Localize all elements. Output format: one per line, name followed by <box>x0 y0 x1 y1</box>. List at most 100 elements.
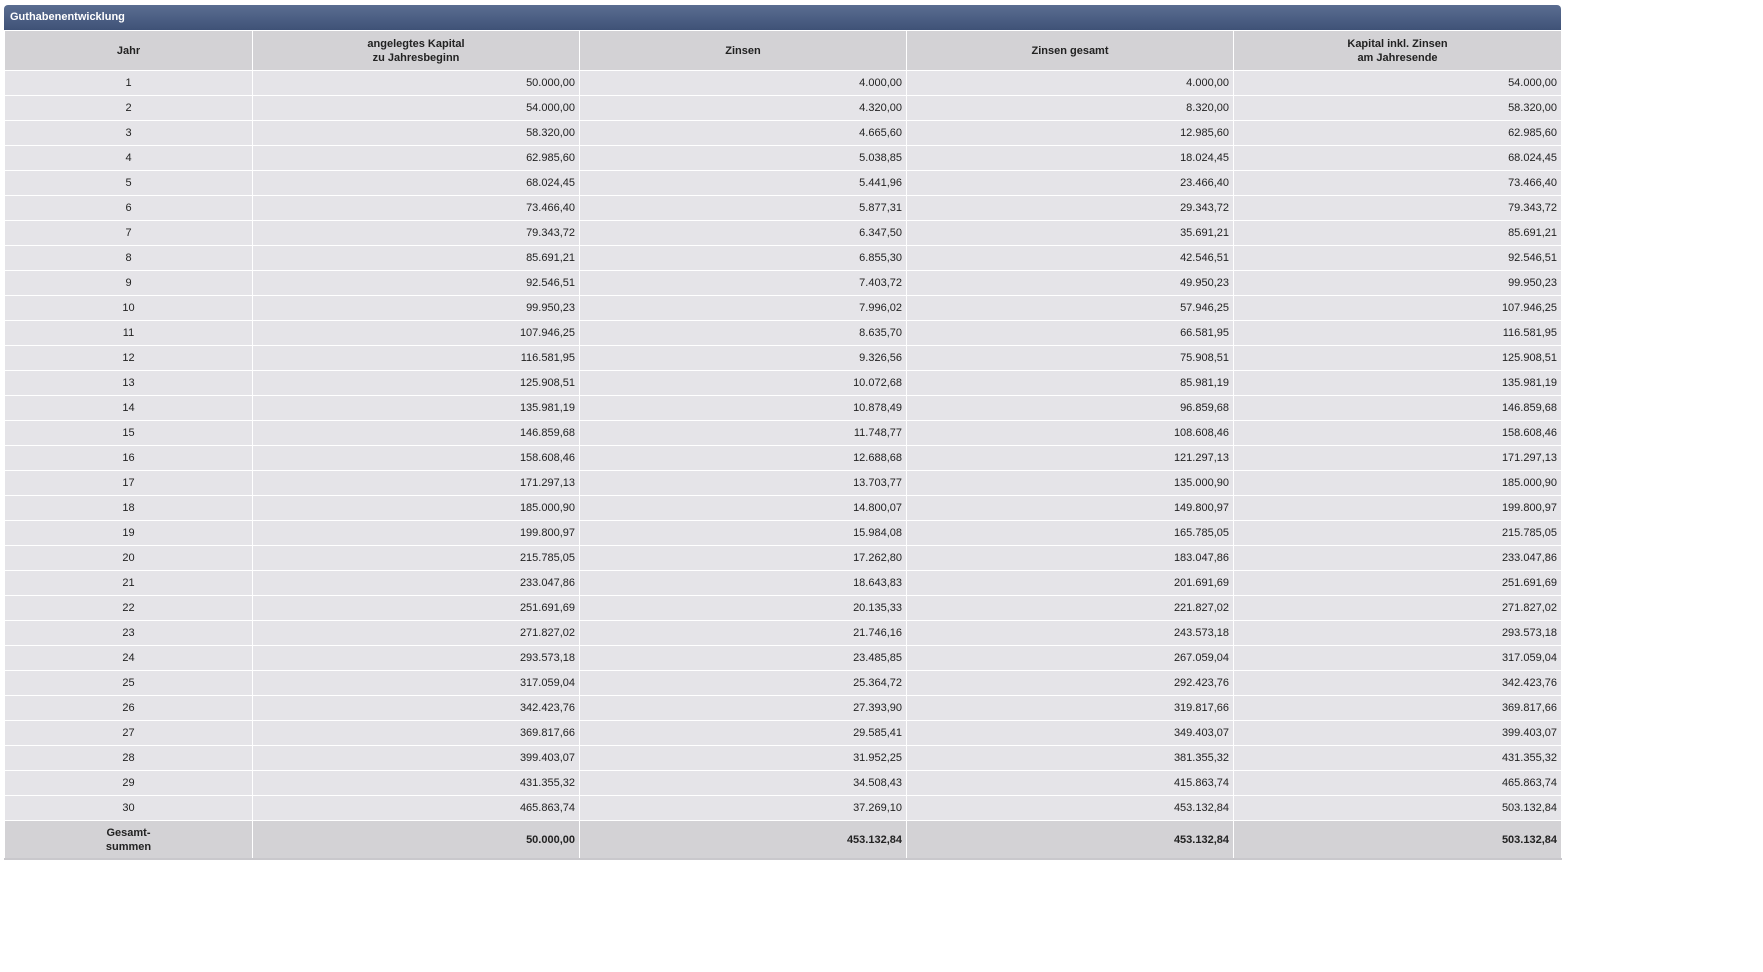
cell-start-capital: 125.908,51 <box>252 370 580 396</box>
table-row: 2 54.000,00 4.320,00 8.320,00 58.320,00 <box>4 95 1562 121</box>
cell-year: 27 <box>4 720 253 746</box>
cell-total-interest: 18.024,45 <box>906 145 1234 171</box>
cell-year: 30 <box>4 795 253 821</box>
table-row: 29 431.355,32 34.508,43 415.863,74 465.863,7… <box>4 770 1562 796</box>
cell-total-interest: 221.827,02 <box>906 595 1234 621</box>
cell-end-capital: 73.466,40 <box>1233 170 1562 196</box>
cell-start-capital: 54.000,00 <box>252 95 580 121</box>
cell-end-capital: 399.403,07 <box>1233 720 1562 746</box>
cell-year: 4 <box>4 145 253 171</box>
cell-year: 5 <box>4 170 253 196</box>
table-row: 26 342.423,76 27.393,90 319.817,66 369.817,6… <box>4 695 1562 721</box>
cell-total-interest: 201.691,69 <box>906 570 1234 596</box>
cell-end-capital: 271.827,02 <box>1233 595 1562 621</box>
cell-start-capital: 116.581,95 <box>252 345 580 371</box>
cell-end-capital: 465.863,74 <box>1233 770 1562 796</box>
cell-interest: 20.135,33 <box>579 595 907 621</box>
cell-interest: 18.643,83 <box>579 570 907 596</box>
cell-total-interest: 12.985,60 <box>906 120 1234 146</box>
cell-interest: 29.585,41 <box>579 720 907 746</box>
cell-start-capital: 68.024,45 <box>252 170 580 196</box>
cell-year: 21 <box>4 570 253 596</box>
cell-total-interest: 96.859,68 <box>906 395 1234 421</box>
cell-year: 29 <box>4 770 253 796</box>
cell-total-interest: 292.423,76 <box>906 670 1234 696</box>
cell-start-capital: 465.863,74 <box>252 795 580 821</box>
cell-interest: 5.038,85 <box>579 145 907 171</box>
cell-total-interest: 8.320,00 <box>906 95 1234 121</box>
cell-end-capital: 116.581,95 <box>1233 320 1562 346</box>
cell-total-interest: 23.466,40 <box>906 170 1234 196</box>
table-row: 17 171.297,13 13.703,77 135.000,90 185.000,9… <box>4 470 1562 496</box>
cell-year: 20 <box>4 545 253 571</box>
cell-total-interest: 267.059,04 <box>906 645 1234 671</box>
table-row: 21 233.047,86 18.643,83 201.691,69 251.691,6… <box>4 570 1562 596</box>
cell-year: 13 <box>4 370 253 396</box>
table-row: 3 58.320,00 4.665,60 12.985,60 62.985,60 <box>4 120 1562 146</box>
total-interest: 453.132,84 <box>579 820 907 860</box>
cell-interest: 5.441,96 <box>579 170 907 196</box>
cell-total-interest: 35.691,21 <box>906 220 1234 246</box>
table-row: 10 99.950,23 7.996,02 57.946,25 107.946,25 <box>4 295 1562 321</box>
table-row: 28 399.403,07 31.952,25 381.355,32 431.355,3… <box>4 745 1562 771</box>
cell-interest: 13.703,77 <box>579 470 907 496</box>
table-row: 24 293.573,18 23.485,85 267.059,04 317.059,0… <box>4 645 1562 671</box>
cell-end-capital: 251.691,69 <box>1233 570 1562 596</box>
cell-start-capital: 171.297,13 <box>252 470 580 496</box>
table-row: 16 158.608,46 12.688,68 121.297,13 171.297,1… <box>4 445 1562 471</box>
cell-end-capital: 317.059,04 <box>1233 645 1562 671</box>
cell-total-interest: 57.946,25 <box>906 295 1234 321</box>
cell-interest: 4.320,00 <box>579 95 907 121</box>
cell-start-capital: 399.403,07 <box>252 745 580 771</box>
cell-start-capital: 317.059,04 <box>252 670 580 696</box>
table-row: 30 465.863,74 37.269,10 453.132,84 503.132,8… <box>4 795 1562 821</box>
cell-start-capital: 233.047,86 <box>252 570 580 596</box>
header-interest: Zinsen <box>579 30 907 71</box>
cell-interest: 11.748,77 <box>579 420 907 446</box>
cell-total-interest: 75.908,51 <box>906 345 1234 371</box>
cell-end-capital: 503.132,84 <box>1233 795 1562 821</box>
table-row: 18 185.000,90 14.800,07 149.800,97 199.800,9… <box>4 495 1562 521</box>
cell-end-capital: 158.608,46 <box>1233 420 1562 446</box>
header-year: Jahr <box>4 30 253 71</box>
table-row: 22 251.691,69 20.135,33 221.827,02 271.827,0… <box>4 595 1562 621</box>
cell-start-capital: 158.608,46 <box>252 445 580 471</box>
cell-start-capital: 99.950,23 <box>252 295 580 321</box>
cell-end-capital: 68.024,45 <box>1233 145 1562 171</box>
cell-end-capital: 233.047,86 <box>1233 545 1562 571</box>
cell-interest: 17.262,80 <box>579 545 907 571</box>
cell-interest: 8.635,70 <box>579 320 907 346</box>
cell-interest: 4.665,60 <box>579 120 907 146</box>
cell-start-capital: 146.859,68 <box>252 420 580 446</box>
table-row: 20 215.785,05 17.262,80 183.047,86 233.047,8… <box>4 545 1562 571</box>
cell-year: 26 <box>4 695 253 721</box>
cell-total-interest: 183.047,86 <box>906 545 1234 571</box>
cell-end-capital: 58.320,00 <box>1233 95 1562 121</box>
cell-year: 6 <box>4 195 253 221</box>
cell-total-interest: 121.297,13 <box>906 445 1234 471</box>
table-body: 1 50.000,00 4.000,00 4.000,00 54.000,00 2 54.0… <box>4 70 1562 821</box>
totals-row: Gesamt- summen 50.000,00 453.132,84 453.… <box>4 820 1562 860</box>
table-row: 4 62.985,60 5.038,85 18.024,45 68.024,45 <box>4 145 1562 171</box>
cell-end-capital: 79.343,72 <box>1233 195 1562 221</box>
cell-interest: 5.877,31 <box>579 195 907 221</box>
cell-total-interest: 4.000,00 <box>906 70 1234 96</box>
table-row: 6 73.466,40 5.877,31 29.343,72 79.343,72 <box>4 195 1562 221</box>
cell-start-capital: 73.466,40 <box>252 195 580 221</box>
balance-development-panel: Guthabenentwicklung Jahr angelegtes Kapi… <box>4 5 1562 860</box>
cell-year: 15 <box>4 420 253 446</box>
cell-interest: 6.855,30 <box>579 245 907 271</box>
cell-interest: 6.347,50 <box>579 220 907 246</box>
cell-start-capital: 342.423,76 <box>252 695 580 721</box>
cell-start-capital: 251.691,69 <box>252 595 580 621</box>
cell-year: 9 <box>4 270 253 296</box>
cell-start-capital: 85.691,21 <box>252 245 580 271</box>
cell-start-capital: 50.000,00 <box>252 70 580 96</box>
table-row: 7 79.343,72 6.347,50 35.691,21 85.691,21 <box>4 220 1562 246</box>
cell-interest: 37.269,10 <box>579 795 907 821</box>
cell-end-capital: 431.355,32 <box>1233 745 1562 771</box>
cell-end-capital: 293.573,18 <box>1233 620 1562 646</box>
cell-interest: 34.508,43 <box>579 770 907 796</box>
cell-total-interest: 453.132,84 <box>906 795 1234 821</box>
cell-year: 28 <box>4 745 253 771</box>
